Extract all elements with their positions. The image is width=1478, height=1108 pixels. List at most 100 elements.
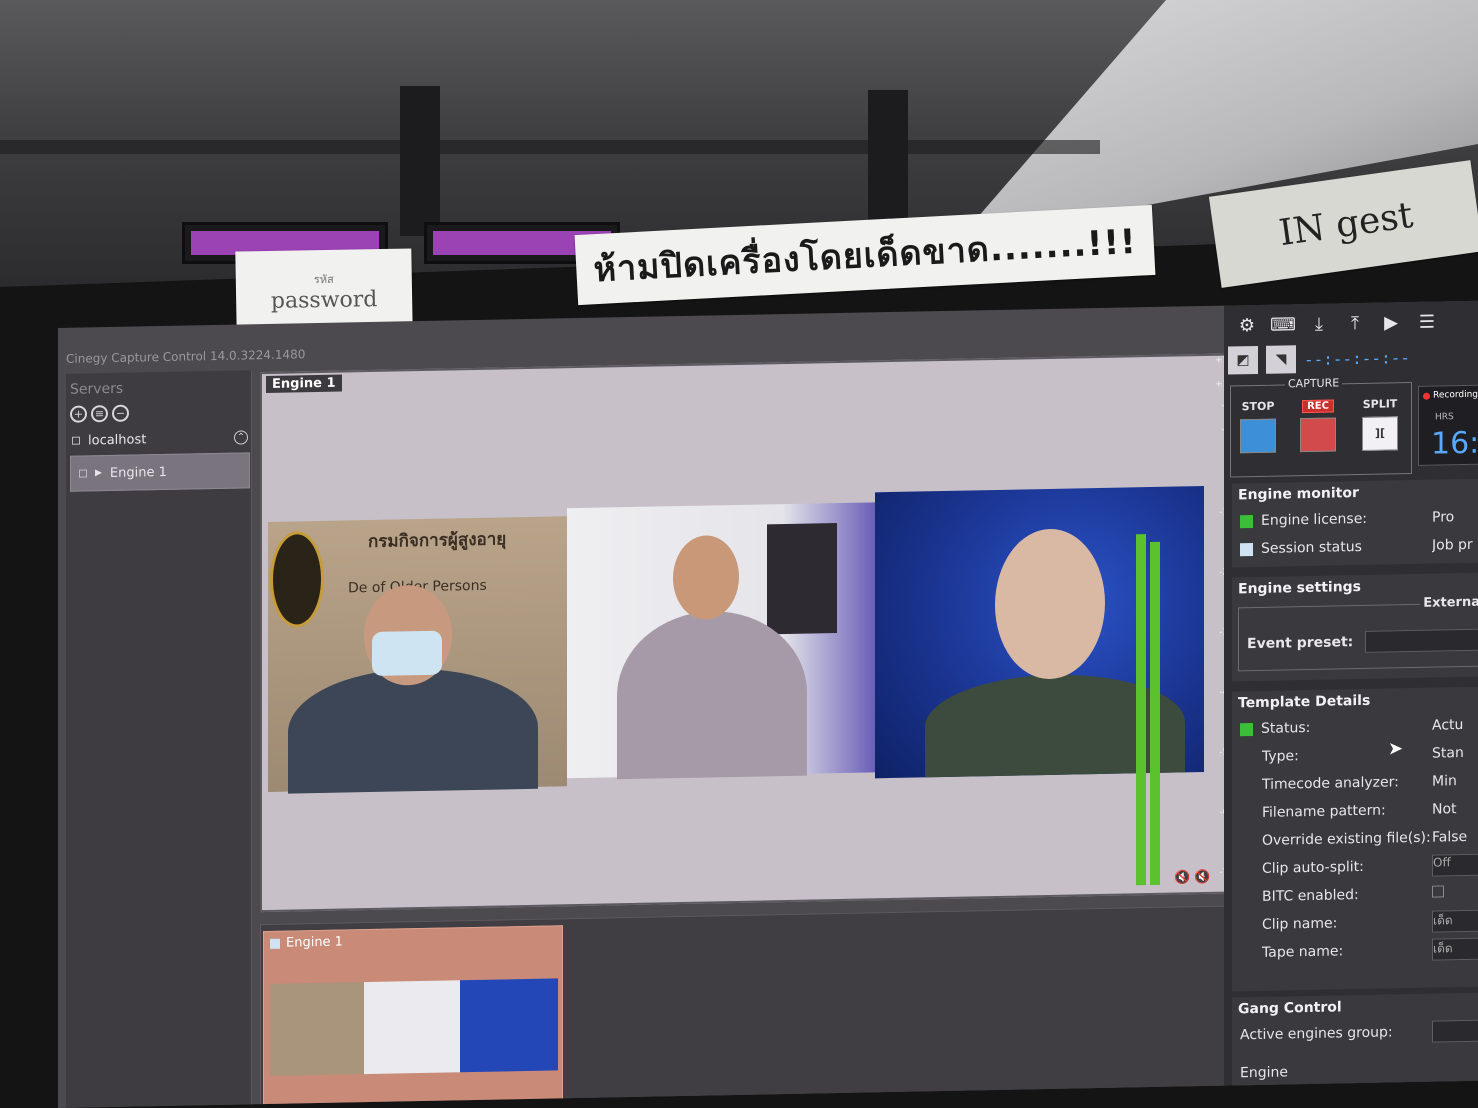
rec-label: REC <box>1302 399 1334 414</box>
password-sticker-small: รหัส <box>313 272 334 286</box>
stop-column: STOP <box>1233 399 1283 454</box>
thumb-panel-left <box>270 982 364 1076</box>
template-row-value: Not <box>1432 801 1457 818</box>
rec-column: REC <box>1293 398 1343 453</box>
engine-thumbnail[interactable]: Engine 1 <box>263 925 563 1108</box>
engine-thumbnails: Engine 1 <box>260 905 1234 1108</box>
hrs-value: 16: <box>1431 425 1478 462</box>
mute-icon[interactable]: 🔇 <box>1174 870 1190 885</box>
ceiling-beam <box>0 140 1100 154</box>
template-row-value: Min <box>1432 773 1457 790</box>
checkbox-icon <box>79 469 87 478</box>
password-sticker-text: password <box>270 286 378 314</box>
ceiling-pipe <box>400 86 440 236</box>
control-panel: ⚙ ⌨ ⤓ ⤒ ▶ ☰ ◩ ◥ --:--:--:-- CAPTURE STOP… <box>1224 300 1478 1096</box>
vu-bar-left <box>1136 534 1146 886</box>
event-preset-row: Event preset: <box>1239 626 1478 659</box>
recording-badge-text: Recording <box>1433 389 1478 401</box>
gear-icon[interactable]: ⚙ <box>1234 313 1260 339</box>
add-server-icon[interactable]: + <box>70 405 87 423</box>
recording-dot-icon <box>1423 392 1430 400</box>
session-status-value: Job pr <box>1432 536 1473 554</box>
clip-name-input[interactable]: เด็ด <box>1432 909 1478 933</box>
thumbnail-label-text: Engine 1 <box>286 934 343 951</box>
expand-arrow-icon: ▶ <box>95 468 102 479</box>
template-row-label: BITC enabled: <box>1262 887 1359 905</box>
thumb-panel-right <box>460 978 558 1073</box>
list-servers-icon[interactable]: ≡ <box>91 405 108 423</box>
tape-name-input[interactable]: เด็ด <box>1432 937 1478 961</box>
active-engines-row: Active engines group: <box>1232 1017 1478 1050</box>
video-feed: กรมกิจการผู้สูงอายุ De of Older Persons <box>268 485 1204 794</box>
download-icon[interactable]: ⤓ <box>1306 312 1332 338</box>
backdrop-sign <box>767 523 838 635</box>
active-engines-label: Active engines group: <box>1240 1024 1393 1044</box>
checkbox-icon <box>72 436 80 445</box>
settings-group-label: Externa <box>1420 594 1478 611</box>
keyboard-icon[interactable]: ⌨ <box>1270 312 1296 338</box>
upload-icon[interactable]: ⤒ <box>1342 311 1368 337</box>
mark-in-icon[interactable]: ◩ <box>1228 345 1258 375</box>
mouse-cursor-icon: ➤ <box>1388 738 1404 760</box>
engine-settings: Engine settings Externa Event preset: <box>1232 572 1478 682</box>
video-panel-center <box>567 502 875 780</box>
thumbnail-video <box>270 978 558 1076</box>
template-row-label: Override existing file(s): <box>1262 829 1431 849</box>
split-column: SPLIT ][ <box>1355 397 1405 451</box>
preview-label: Engine 1 <box>266 374 342 394</box>
mark-out-icon[interactable]: ◥ <box>1266 345 1296 374</box>
split-label: SPLIT <box>1362 397 1398 411</box>
person-figure <box>617 609 808 780</box>
event-preset-input[interactable] <box>1365 628 1478 653</box>
template-row-label: Timecode analyzer: <box>1262 774 1399 793</box>
engine-license-label: Engine license: <box>1261 510 1368 529</box>
split-button[interactable]: ][ <box>1362 416 1398 451</box>
person-head <box>994 527 1105 681</box>
stop-button[interactable] <box>1240 418 1276 454</box>
server-localhost[interactable]: localhost ⌃ <box>68 426 250 451</box>
vu-meter <box>1132 495 1170 886</box>
template-row-label: Filename pattern: <box>1262 802 1386 821</box>
seal-emblem <box>270 530 324 628</box>
video-panel-left: กรมกิจการผู้สูงอายุ De of Older Persons <box>268 516 568 794</box>
servers-toolbar: + ≡ − <box>70 404 129 423</box>
engine-header-label: Engine <box>1240 1064 1288 1082</box>
gang-control: Gang Control Active engines group: Engin… <box>1232 992 1478 1096</box>
capture-title: CAPTURE <box>1285 376 1343 391</box>
face-mask <box>372 630 442 676</box>
status-ok-icon <box>1240 722 1253 736</box>
template-row-label: Type: <box>1262 748 1299 765</box>
video-caption-thai: กรมกิจการผู้สูงอายุ <box>368 529 507 553</box>
servers-title: Servers <box>70 380 124 398</box>
template-row-value: False <box>1432 828 1468 846</box>
recording-badge: Recording <box>1423 390 1478 401</box>
database-icon[interactable]: ☰ <box>1414 309 1440 335</box>
vu-bar-right <box>1150 541 1160 886</box>
bitc-checkbox[interactable] <box>1432 885 1444 898</box>
person-head <box>673 534 740 621</box>
template-row-label: Status: <box>1261 719 1311 737</box>
engine-monitor: Engine monitor Engine license: Pro Sessi… <box>1232 478 1478 568</box>
session-status-row: Session status Job pr <box>1232 531 1478 564</box>
remove-server-icon[interactable]: − <box>112 404 129 422</box>
template-row: Tape name: เด็ด <box>1232 935 1478 968</box>
collapse-icon[interactable]: ⌃ <box>234 430 248 445</box>
recording-time: Recording HRS 16: <box>1418 384 1478 466</box>
template-row-label: Tape name: <box>1262 943 1344 961</box>
capture-group: CAPTURE STOP REC SPLIT ][ <box>1230 376 1412 478</box>
server-engine-item[interactable]: ▶ Engine 1 <box>70 452 250 492</box>
servers-panel: Servers + ≡ − localhost ⌃ ▶ Engine 1 <box>66 370 252 1108</box>
ceiling-pipe <box>868 90 908 230</box>
active-engines-select[interactable] <box>1432 1019 1478 1043</box>
hrs-label: HRS <box>1435 412 1454 423</box>
settings-group: Externa Event preset: <box>1238 594 1478 672</box>
play-icon[interactable]: ▶ <box>1378 310 1404 336</box>
template-row-label: Clip name: <box>1262 915 1338 933</box>
clip-auto-split-select[interactable]: Off <box>1432 853 1478 877</box>
thumb-panel-center <box>364 980 460 1075</box>
rec-button[interactable] <box>1300 417 1336 453</box>
template-row-value: Stan <box>1432 745 1464 762</box>
mute-icon[interactable]: 🔇 <box>1194 870 1210 885</box>
stop-label: STOP <box>1241 399 1275 414</box>
template-details: Template Details Status: Actu Type: Stan T… <box>1232 686 1478 992</box>
